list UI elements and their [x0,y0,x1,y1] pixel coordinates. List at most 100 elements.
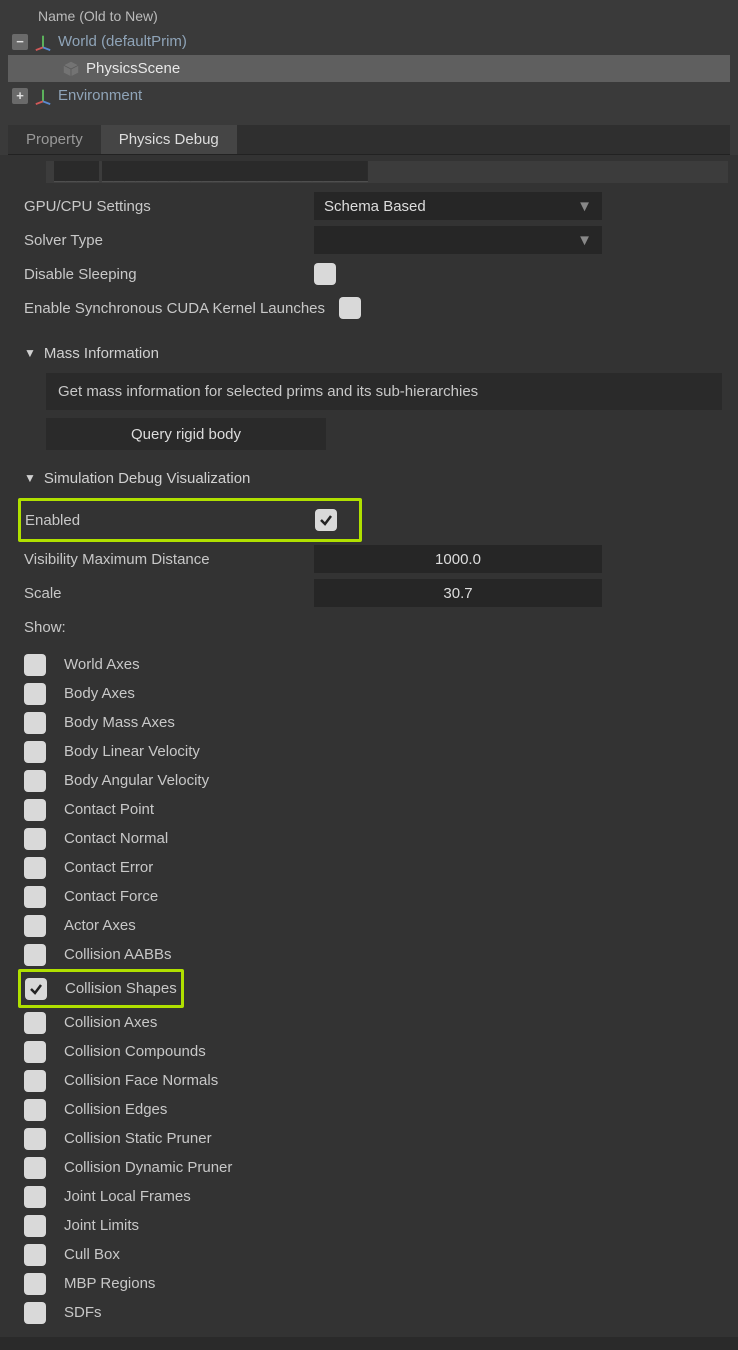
sort-header[interactable]: Name (Old to New) [8,4,730,28]
show-option: Collision Static Pruner [24,1124,728,1153]
solver-type-select[interactable]: ▼ [314,226,602,254]
tab-bar: Property Physics Debug [8,125,730,155]
enabled-label: Enabled [25,512,315,529]
disable-sleeping-checkbox[interactable] [314,263,336,285]
show-option-checkbox[interactable] [24,741,46,763]
mass-information-header[interactable]: ▼ Mass Information [24,337,728,369]
show-option-label: Collision AABBs [64,946,172,963]
show-option: Collision Dynamic Pruner [24,1153,728,1182]
show-option-label: Actor Axes [64,917,136,934]
show-option: SDFs [24,1298,728,1327]
show-option: Body Linear Velocity [24,737,728,766]
show-option-label: World Axes [64,656,140,673]
show-option: World Axes [24,650,728,679]
axis-icon [34,87,52,105]
show-option-checkbox[interactable] [24,1186,46,1208]
show-options-list: World AxesBody AxesBody Mass AxesBody Li… [24,650,728,1327]
show-option: MBP Regions [24,1269,728,1298]
show-option: Body Angular Velocity [24,766,728,795]
show-option-label: MBP Regions [64,1275,155,1292]
truncated-row: ████ ████████████████████████ [46,161,728,183]
show-option-checkbox[interactable] [24,915,46,937]
show-option: Collision Axes [24,1008,728,1037]
cuda-kernel-checkbox[interactable] [339,297,361,319]
show-option-label: Body Linear Velocity [64,743,200,760]
show-option-checkbox[interactable] [24,886,46,908]
collapse-icon[interactable]: − [12,34,28,50]
tree-item-physics-scene[interactable]: PhysicsScene [8,55,730,82]
show-option: Collision Edges [24,1095,728,1124]
show-option: Body Axes [24,679,728,708]
section-title: Mass Information [44,345,159,362]
show-option: Collision AABBs [24,940,728,969]
show-option-label: Collision Compounds [64,1043,206,1060]
visibility-max-distance-label: Visibility Maximum Distance [24,551,314,568]
show-option: Cull Box [24,1240,728,1269]
show-option-checkbox[interactable] [24,857,46,879]
chevron-down-icon: ▼ [24,471,36,485]
show-option: Joint Limits [24,1211,728,1240]
chevron-down-icon: ▼ [577,198,592,215]
sim-debug-header[interactable]: ▼ Simulation Debug Visualization [24,462,728,494]
tab-property[interactable]: Property [8,125,101,154]
show-option-label: Body Angular Velocity [64,772,209,789]
tree-label: Environment [58,87,142,104]
show-option-checkbox[interactable] [24,828,46,850]
query-rigid-body-button[interactable]: Query rigid body [46,418,326,450]
show-option-label: Contact Force [64,888,158,905]
scale-input[interactable]: 30.7 [314,579,602,607]
tree-label: PhysicsScene [86,60,180,77]
show-option-checkbox[interactable] [24,770,46,792]
tree-item-environment[interactable]: + Environment [8,82,730,109]
show-option-checkbox[interactable] [24,799,46,821]
show-option-checkbox[interactable] [24,1128,46,1150]
show-option: Actor Axes [24,911,728,940]
chevron-down-icon: ▼ [577,232,592,249]
show-option: Collision Shapes [25,974,177,1003]
show-option-label: Contact Point [64,801,154,818]
show-option-checkbox[interactable] [24,1215,46,1237]
show-option-label: Cull Box [64,1246,120,1263]
axis-icon [34,33,52,51]
cube-icon [62,60,80,78]
show-option-checkbox[interactable] [24,1244,46,1266]
enabled-checkbox[interactable] [315,509,337,531]
tree-label: World (defaultPrim) [58,33,187,50]
show-option-checkbox[interactable] [24,683,46,705]
gpu-cpu-settings-select[interactable]: Schema Based ▼ [314,192,602,220]
show-option-label: SDFs [64,1304,102,1321]
show-option-checkbox[interactable] [24,654,46,676]
show-option-checkbox[interactable] [25,978,47,1000]
visibility-max-distance-input[interactable]: 1000.0 [314,545,602,573]
show-option-checkbox[interactable] [24,1041,46,1063]
show-option: Joint Local Frames [24,1182,728,1211]
show-option-label: Joint Limits [64,1217,139,1234]
tree-item-world[interactable]: − World (defaultPrim) [8,28,730,55]
cuda-kernel-label: Enable Synchronous CUDA Kernel Launches [24,300,325,317]
show-option-label: Body Axes [64,685,135,702]
show-option-checkbox[interactable] [24,712,46,734]
show-option-label: Collision Shapes [65,980,177,997]
show-option-label: Collision Edges [64,1101,167,1118]
show-label: Show: [24,619,314,636]
expand-icon[interactable]: + [12,88,28,104]
show-option-label: Contact Error [64,859,153,876]
show-option-checkbox[interactable] [24,1302,46,1324]
show-option: Contact Normal [24,824,728,853]
show-option-label: Contact Normal [64,830,168,847]
show-option-checkbox[interactable] [24,1070,46,1092]
show-option-checkbox[interactable] [24,1273,46,1295]
tab-physics-debug[interactable]: Physics Debug [101,125,237,154]
show-option: Contact Error [24,853,728,882]
scale-label: Scale [24,585,314,602]
show-option-label: Collision Static Pruner [64,1130,212,1147]
show-option-checkbox[interactable] [24,1157,46,1179]
chevron-down-icon: ▼ [24,346,36,360]
show-option-checkbox[interactable] [24,944,46,966]
show-option-checkbox[interactable] [24,1099,46,1121]
show-option: Contact Force [24,882,728,911]
solver-type-label: Solver Type [24,232,314,249]
disable-sleeping-label: Disable Sleeping [24,266,314,283]
show-option-checkbox[interactable] [24,1012,46,1034]
show-option: Collision Face Normals [24,1066,728,1095]
